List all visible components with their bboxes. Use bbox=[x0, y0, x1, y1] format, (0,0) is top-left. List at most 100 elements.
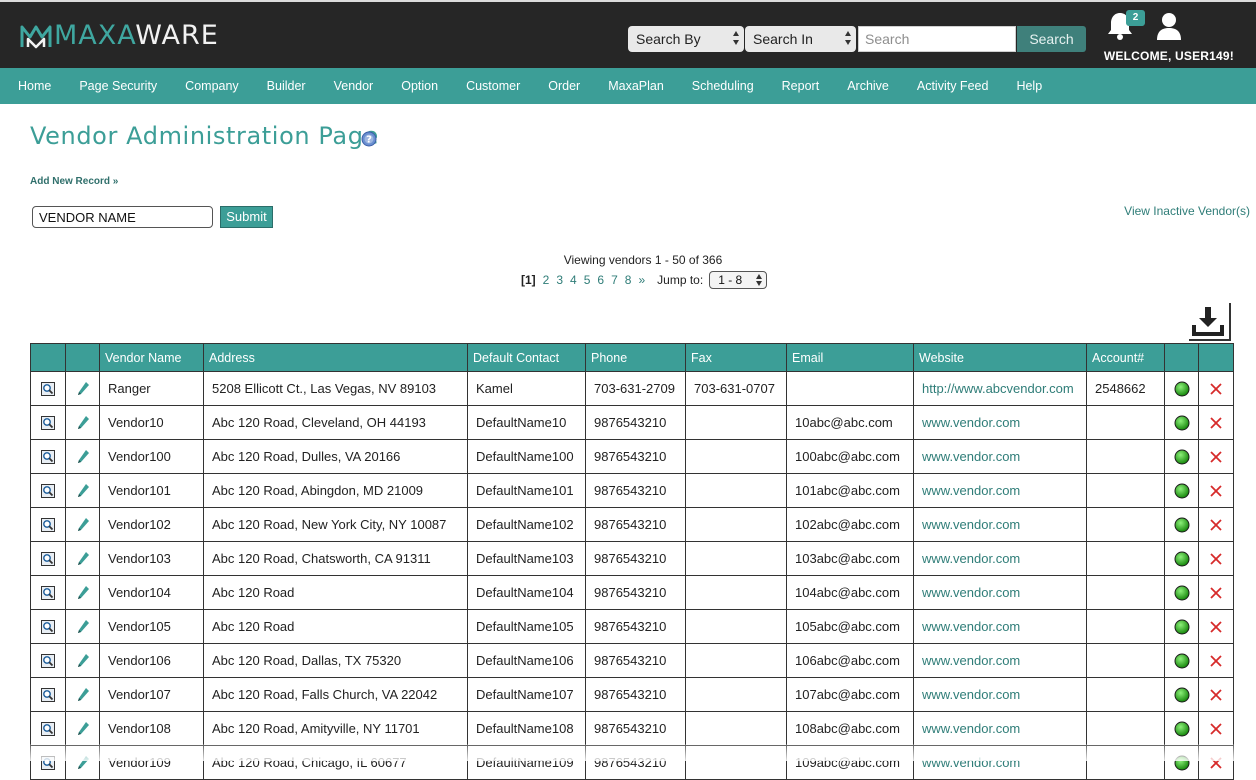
search-input[interactable] bbox=[858, 26, 1016, 52]
website-cell[interactable]: www.vendor.com bbox=[913, 405, 1087, 440]
delete-x-icon[interactable] bbox=[1198, 473, 1234, 508]
nav-item-order[interactable]: Order bbox=[534, 68, 594, 104]
edit-pencil-icon[interactable] bbox=[65, 371, 100, 406]
view-record-icon[interactable] bbox=[30, 439, 66, 474]
active-status-icon[interactable] bbox=[1164, 609, 1199, 644]
edit-pencil-icon[interactable] bbox=[65, 473, 100, 508]
website-cell[interactable]: www.vendor.com bbox=[913, 541, 1087, 576]
website-cell[interactable]: www.vendor.com bbox=[913, 609, 1087, 644]
active-status-icon[interactable] bbox=[1164, 711, 1199, 746]
edit-pencil-icon[interactable] bbox=[65, 609, 100, 644]
delete-x-icon[interactable] bbox=[1198, 575, 1234, 610]
next-page-link[interactable]: » bbox=[638, 273, 645, 287]
nav-item-help[interactable]: Help bbox=[1002, 68, 1056, 104]
column-header-email[interactable]: Email bbox=[786, 343, 914, 372]
edit-pencil-icon[interactable] bbox=[65, 677, 100, 712]
active-status-icon[interactable] bbox=[1164, 677, 1199, 712]
edit-pencil-icon[interactable] bbox=[65, 643, 100, 678]
website-cell[interactable]: www.vendor.com bbox=[913, 643, 1087, 678]
phone-cell: 9876543210 bbox=[585, 473, 686, 508]
download-button[interactable] bbox=[1189, 303, 1231, 341]
maxaware-logo[interactable]: MAXAWARE bbox=[20, 22, 219, 50]
view-record-icon[interactable] bbox=[30, 575, 66, 610]
view-record-icon[interactable] bbox=[30, 677, 66, 712]
column-header-fax[interactable]: Fax bbox=[685, 343, 787, 372]
active-status-icon[interactable] bbox=[1164, 643, 1199, 678]
website-cell[interactable]: www.vendor.com bbox=[913, 677, 1087, 712]
edit-pencil-icon[interactable] bbox=[65, 575, 100, 610]
delete-x-icon[interactable] bbox=[1198, 371, 1234, 406]
user-icon[interactable] bbox=[1156, 12, 1182, 40]
page-link[interactable]: 8 bbox=[625, 273, 632, 287]
active-status-icon[interactable] bbox=[1164, 541, 1199, 576]
delete-x-icon[interactable] bbox=[1198, 405, 1234, 440]
column-header-default-contact[interactable]: Default Contact bbox=[467, 343, 586, 372]
delete-x-icon[interactable] bbox=[1198, 711, 1234, 746]
nav-item-report[interactable]: Report bbox=[768, 68, 834, 104]
view-record-icon[interactable] bbox=[30, 507, 66, 542]
website-cell[interactable]: www.vendor.com bbox=[913, 473, 1087, 508]
delete-x-icon[interactable] bbox=[1198, 677, 1234, 712]
website-cell[interactable]: www.vendor.com bbox=[913, 507, 1087, 542]
edit-pencil-icon[interactable] bbox=[65, 507, 100, 542]
page-link[interactable]: 2 bbox=[543, 273, 550, 287]
page-link[interactable]: 7 bbox=[611, 273, 618, 287]
nav-item-builder[interactable]: Builder bbox=[253, 68, 320, 104]
delete-x-icon[interactable] bbox=[1198, 507, 1234, 542]
search-button[interactable]: Search bbox=[1017, 26, 1086, 52]
edit-pencil-icon[interactable] bbox=[65, 541, 100, 576]
view-record-icon[interactable] bbox=[30, 609, 66, 644]
view-record-icon[interactable] bbox=[30, 541, 66, 576]
nav-item-company[interactable]: Company bbox=[171, 68, 253, 104]
nav-item-scheduling[interactable]: Scheduling bbox=[678, 68, 768, 104]
active-status-icon[interactable] bbox=[1164, 473, 1199, 508]
vendor-name-filter-input[interactable] bbox=[32, 206, 213, 228]
nav-item-page-security[interactable]: Page Security bbox=[65, 68, 171, 104]
active-status-icon[interactable] bbox=[1164, 507, 1199, 542]
edit-pencil-icon[interactable] bbox=[65, 439, 100, 474]
nav-item-archive[interactable]: Archive bbox=[833, 68, 903, 104]
nav-item-option[interactable]: Option bbox=[387, 68, 452, 104]
search-by-select[interactable]: Search By bbox=[628, 26, 744, 52]
column-header-website[interactable]: Website bbox=[913, 343, 1087, 372]
website-cell[interactable]: www.vendor.com bbox=[913, 439, 1087, 474]
delete-x-icon[interactable] bbox=[1198, 541, 1234, 576]
view-record-icon[interactable] bbox=[30, 711, 66, 746]
nav-item-vendor[interactable]: Vendor bbox=[320, 68, 388, 104]
nav-item-maxaplan[interactable]: MaxaPlan bbox=[594, 68, 678, 104]
search-in-select[interactable]: Search In bbox=[745, 26, 856, 52]
nav-item-home[interactable]: Home bbox=[4, 68, 65, 104]
website-cell[interactable]: http://www.abcvendor.com bbox=[913, 371, 1087, 406]
website-cell[interactable]: www.vendor.com bbox=[913, 711, 1087, 746]
view-inactive-vendors-link[interactable]: View Inactive Vendor(s) bbox=[1124, 204, 1250, 218]
add-new-record-link[interactable]: Add New Record » bbox=[30, 176, 118, 187]
delete-x-icon[interactable] bbox=[1198, 439, 1234, 474]
edit-pencil-icon[interactable] bbox=[65, 405, 100, 440]
view-record-icon[interactable] bbox=[30, 405, 66, 440]
active-status-icon[interactable] bbox=[1164, 371, 1199, 406]
active-status-icon[interactable] bbox=[1164, 439, 1199, 474]
nav-item-activity-feed[interactable]: Activity Feed bbox=[903, 68, 1003, 104]
page-link[interactable]: 3 bbox=[556, 273, 563, 287]
column-header-vendor-name[interactable]: Vendor Name bbox=[99, 343, 204, 372]
active-status-icon[interactable] bbox=[1164, 575, 1199, 610]
nav-item-customer[interactable]: Customer bbox=[452, 68, 534, 104]
help-icon[interactable]: ? bbox=[361, 131, 377, 147]
view-record-icon[interactable] bbox=[30, 643, 66, 678]
delete-x-icon[interactable] bbox=[1198, 643, 1234, 678]
account-cell bbox=[1086, 439, 1165, 474]
view-record-icon[interactable] bbox=[30, 371, 66, 406]
column-header-account[interactable]: Account# bbox=[1086, 343, 1165, 372]
active-status-icon[interactable] bbox=[1164, 405, 1199, 440]
page-link[interactable]: 6 bbox=[597, 273, 604, 287]
column-header-address[interactable]: Address bbox=[203, 343, 468, 372]
page-link[interactable]: 5 bbox=[584, 273, 591, 287]
website-cell[interactable]: www.vendor.com bbox=[913, 575, 1087, 610]
delete-x-icon[interactable] bbox=[1198, 609, 1234, 644]
submit-button[interactable]: Submit bbox=[220, 206, 273, 228]
page-link[interactable]: 4 bbox=[570, 273, 577, 287]
edit-pencil-icon[interactable] bbox=[65, 711, 100, 746]
column-header-phone[interactable]: Phone bbox=[585, 343, 686, 372]
view-record-icon[interactable] bbox=[30, 473, 66, 508]
jump-to-select[interactable]: 1 - 8 bbox=[709, 271, 768, 289]
